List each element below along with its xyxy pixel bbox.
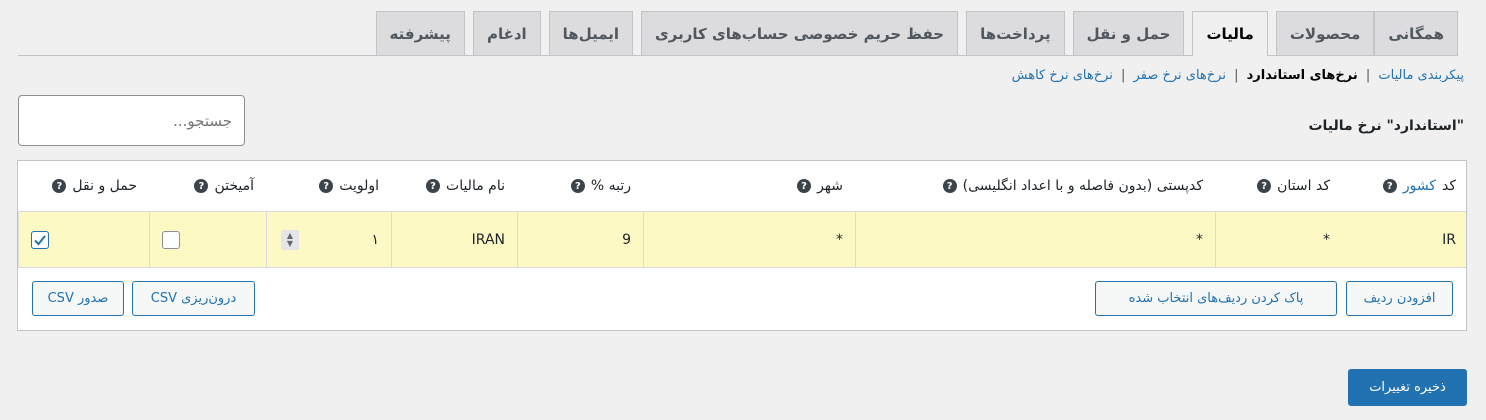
priority-cell[interactable]: ۱ ▲ ▼	[266, 212, 391, 267]
compound-cell	[149, 212, 266, 267]
header-label: کد	[1441, 178, 1456, 194]
import-csv-button[interactable]: درون‌ریزی CSV	[132, 281, 255, 316]
tab-shipping[interactable]: حمل و نقل	[1072, 11, 1185, 55]
shipping-checkbox[interactable]	[31, 230, 49, 249]
help-icon[interactable]: ?	[194, 179, 209, 193]
table-header: ? کشور کد ? کد استان ? کدپستی (بدون فاصل…	[18, 161, 1466, 212]
shipping-cell	[18, 212, 149, 267]
column-rate: ? رتبه %	[517, 161, 643, 211]
nav-tabs: همگانی محصولات مالیات حمل و نقل پرداخت‌ه…	[18, 11, 1458, 56]
column-priority: ? اولویت	[266, 161, 391, 211]
header-label: شهر	[817, 178, 843, 194]
chevron-down-icon[interactable]: ▼	[287, 240, 293, 248]
tab-payments[interactable]: پرداخت‌ها	[966, 11, 1065, 55]
postcode-value: *	[1196, 231, 1203, 248]
link-tax-options[interactable]: پیکربندی مالیات	[1378, 68, 1464, 83]
column-tax-name: ? نام مالیات	[391, 161, 517, 211]
header-label: آمیختن	[214, 178, 254, 194]
country-cell[interactable]: IR	[1342, 212, 1468, 267]
column-country-code: ? کشور کد	[1342, 161, 1468, 211]
postcode-cell[interactable]: *	[855, 212, 1215, 267]
tab-tax[interactable]: مالیات	[1192, 11, 1268, 56]
priority-spinner[interactable]: ▲ ▼	[281, 230, 299, 250]
help-icon[interactable]: ?	[426, 179, 441, 193]
city-value: *	[836, 231, 843, 248]
header-label: اولویت	[339, 178, 379, 194]
tab-emails[interactable]: ایمیل‌ها	[548, 11, 634, 55]
priority-value: ۱	[371, 231, 379, 248]
header-label: حمل و نقل	[72, 178, 137, 194]
country-value: IR	[1442, 231, 1456, 248]
help-icon[interactable]: ?	[319, 179, 334, 193]
insert-row-button[interactable]: افزودن ردیف	[1346, 281, 1453, 316]
help-icon[interactable]: ?	[570, 179, 585, 193]
tax-name-value: IRAN	[471, 231, 505, 248]
tax-name-cell[interactable]: IRAN	[391, 212, 517, 267]
separator: |	[1234, 68, 1239, 83]
help-icon[interactable]: ?	[942, 179, 957, 193]
page-title: "استاندارد" نرخ مالیات	[1308, 118, 1464, 134]
column-postcode: ? کدپستی (بدون فاصله و با اعداد انگلیسی)	[855, 161, 1215, 211]
search-input[interactable]	[18, 95, 245, 146]
tab-products[interactable]: محصولات	[1275, 11, 1375, 55]
help-icon[interactable]: ?	[797, 179, 812, 193]
header-label: کدپستی (بدون فاصله و با اعداد انگلیسی)	[962, 178, 1203, 194]
column-state-code: ? کد استان	[1215, 161, 1342, 211]
export-csv-button[interactable]: صدور CSV	[32, 281, 124, 316]
column-compound: ? آمیختن	[149, 161, 266, 211]
table-row[interactable]: IR * * * 9 IRAN ۱ ▲ ▼	[18, 212, 1466, 268]
column-shipping: ? حمل و نقل	[18, 161, 149, 211]
header-label: کد استان	[1277, 178, 1330, 194]
rate-value: 9	[622, 231, 631, 248]
tax-rates-table: ? کشور کد ? کد استان ? کدپستی (بدون فاصل…	[17, 160, 1467, 331]
check-icon	[34, 234, 46, 245]
tab-accounts-privacy[interactable]: حفظ حریم خصوصی حساب‌های کاربری	[641, 11, 959, 55]
rate-cell[interactable]: 9	[517, 212, 643, 267]
separator: |	[1121, 68, 1126, 83]
save-changes-button[interactable]: ذخیره تغییرات	[1348, 369, 1467, 406]
help-icon[interactable]: ?	[52, 179, 67, 193]
tax-section-links: پیکربندی مالیات | نرخ‌های استاندارد | نر…	[1012, 68, 1464, 83]
state-cell[interactable]: *	[1215, 212, 1342, 267]
link-zero-rates[interactable]: نرخ‌های نرخ صفر	[1134, 68, 1226, 83]
state-value: *	[1323, 231, 1330, 248]
column-city: ? شهر	[643, 161, 855, 211]
separator: |	[1365, 68, 1371, 83]
link-reduced-rates[interactable]: نرخ‌های نرخ کاهش	[1012, 68, 1113, 83]
tab-integration[interactable]: ادغام	[472, 11, 541, 55]
tab-general[interactable]: همگانی	[1374, 11, 1458, 55]
header-label: رتبه %	[590, 178, 631, 194]
compound-checkbox[interactable]	[162, 230, 180, 249]
country-link[interactable]: کشور	[1403, 178, 1436, 194]
city-cell[interactable]: *	[643, 212, 855, 267]
link-standard-rates[interactable]: نرخ‌های استاندارد	[1247, 68, 1358, 83]
header-label: نام مالیات	[446, 178, 505, 194]
help-icon[interactable]: ?	[1382, 179, 1397, 193]
remove-selected-rows-button[interactable]: پاک کردن ردیف‌های انتخاب شده	[1095, 281, 1337, 316]
help-icon[interactable]: ?	[1257, 179, 1272, 193]
tab-advanced[interactable]: پیشرفته	[375, 11, 465, 55]
